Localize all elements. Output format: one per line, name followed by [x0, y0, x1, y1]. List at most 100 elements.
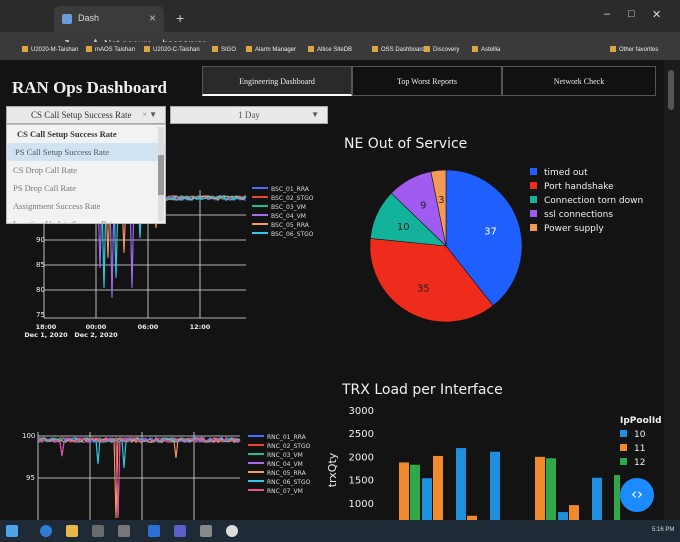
bar[interactable]	[614, 474, 620, 520]
x-tick-label: Dec 1, 2020	[24, 331, 68, 339]
legend-label: 12	[634, 458, 646, 468]
period-select[interactable]: 1 Day ▼	[170, 106, 328, 124]
app-icon[interactable]	[200, 525, 212, 537]
legend-item[interactable]: BSC_04_VM	[252, 213, 314, 222]
bar[interactable]	[490, 451, 500, 520]
legend-item[interactable]: 12	[620, 458, 662, 472]
legend-item[interactable]: BSC_06_STGO	[252, 231, 314, 240]
bookmark-item[interactable]: mAOS Taishan	[86, 46, 135, 53]
legend-item[interactable]: ssl connections	[530, 210, 643, 224]
legend-item[interactable]: Power supply	[530, 224, 643, 238]
legend-label: 10	[634, 430, 646, 440]
kpi-dropdown-menu: CS Call Setup Success Rate PS Call Setup…	[6, 124, 166, 224]
legend-item[interactable]: BSC_01_RRA	[252, 186, 314, 195]
legend-item[interactable]: Connection torn down	[530, 196, 643, 210]
edge-browser-icon[interactable]	[40, 525, 52, 537]
file-explorer-icon[interactable]	[66, 525, 78, 537]
close-tab-icon[interactable]: ×	[149, 11, 156, 25]
legend-item[interactable]: RNC_03_VM	[248, 452, 310, 461]
tab-network-check[interactable]: Network Check	[502, 66, 656, 96]
close-window-button[interactable]: ✕	[652, 8, 661, 21]
legend-label: timed out	[544, 168, 588, 178]
bar[interactable]	[410, 464, 420, 520]
windows-start-icon[interactable]	[6, 525, 18, 537]
dropdown-option[interactable]: Location Update Success Rate	[7, 215, 165, 223]
clock: 5:16 PM	[652, 527, 675, 533]
app-icon[interactable]	[92, 525, 104, 537]
bar[interactable]	[535, 456, 545, 520]
y-tick-label: 2500	[349, 429, 374, 440]
legend-item[interactable]: RNC_06_STGO	[248, 479, 310, 488]
legend-item[interactable]: BSC_02_STGO	[252, 195, 314, 204]
legend-swatch	[620, 430, 627, 437]
legend-item[interactable]: timed out	[530, 168, 643, 182]
outlook-icon[interactable]	[148, 525, 160, 537]
legend-label: RNC_03_VM	[267, 452, 303, 459]
legend-item[interactable]: RNC_07_VM	[248, 488, 310, 497]
legend-item[interactable]: RNC_05_RRA	[248, 470, 310, 479]
bar[interactable]	[422, 478, 432, 520]
legend-item[interactable]: RNC_01_RRA	[248, 434, 310, 443]
legend-swatch	[620, 458, 627, 465]
legend-item[interactable]: RNC_02_STGO	[248, 443, 310, 452]
legend-item[interactable]: BSC_03_VM	[252, 204, 314, 213]
dropdown-option[interactable]: CS Drop Call Rate	[7, 161, 165, 179]
bar[interactable]	[399, 462, 409, 520]
legend-item[interactable]: RNC_04_VM	[248, 461, 310, 470]
legend-item[interactable]: 10	[620, 430, 662, 444]
kpi-select[interactable]: CS Call Setup Success Rate × ▼	[6, 106, 166, 124]
chevron-down-icon[interactable]: ▼	[311, 110, 319, 119]
pie-data-label: 35	[417, 283, 430, 294]
page-scrollbar-thumb[interactable]	[668, 70, 674, 110]
other-favorites[interactable]: Other favorites	[610, 46, 658, 53]
windows-taskbar: 5:16 PM	[0, 520, 680, 542]
bookmark-item[interactable]: U2020-M-Taishan	[22, 46, 78, 53]
chrome-icon[interactable]	[226, 525, 238, 537]
legend-swatch	[530, 196, 537, 203]
legend-line	[252, 205, 268, 207]
minimize-button[interactable]: –	[604, 8, 610, 20]
dropdown-option[interactable]: PS Drop Call Rate	[7, 179, 165, 197]
dropdown-scrollbar-thumb[interactable]	[158, 155, 164, 195]
dropdown-option[interactable]: Assignment Success Rate	[7, 197, 165, 215]
app-icon[interactable]	[118, 525, 130, 537]
x-tick-label: Dec 2, 2020	[74, 331, 118, 339]
bookmark-item[interactable]: Alarm Manager	[246, 46, 296, 53]
chevron-down-icon[interactable]: ▼	[149, 110, 157, 119]
dropdown-option[interactable]: PS Call Setup Success Rate	[7, 143, 165, 161]
bsc-legend: BSC_01_RRA BSC_02_STGO BSC_03_VM BSC_04_VM B…	[252, 186, 314, 240]
legend-item[interactable]: 11	[620, 444, 662, 458]
browser-titlebar: Dash × + – □ ✕	[0, 0, 680, 32]
bar[interactable]	[546, 458, 556, 520]
legend-item[interactable]: Port handshake	[530, 182, 643, 196]
page-scrollbar[interactable]	[664, 60, 680, 520]
maximize-button[interactable]: □	[628, 8, 635, 20]
teams-icon[interactable]	[174, 525, 186, 537]
tab-top-worst-reports[interactable]: Top Worst Reports	[352, 66, 502, 96]
dropdown-option[interactable]: CS Call Setup Success Rate	[7, 125, 165, 143]
bookmark-item[interactable]: Altice SiteDB	[308, 46, 352, 53]
legend-label: BSC_01_RRA	[271, 186, 309, 193]
expand-toggle-button[interactable]: ‹›	[620, 478, 654, 512]
bar[interactable]	[456, 448, 466, 520]
tab-title: Dash	[78, 13, 100, 23]
bar[interactable]	[558, 512, 568, 520]
bookmark-item[interactable]: SIGO	[212, 46, 236, 53]
bookmark-item[interactable]: U2020-C-Taishan	[144, 46, 200, 53]
clear-icon[interactable]: ×	[142, 110, 147, 119]
y-tick-label: 75	[36, 311, 45, 319]
bookmark-item[interactable]: Discovery	[424, 46, 459, 53]
legend-title: IpPoolId	[620, 416, 662, 426]
new-tab-icon[interactable]: +	[176, 10, 184, 26]
tab-engineering-dashboard[interactable]: Engineering Dashboard	[202, 66, 352, 96]
bar[interactable]	[569, 505, 579, 520]
bookmark-item[interactable]: Astellia	[472, 46, 500, 53]
browser-tab[interactable]: Dash ×	[54, 6, 164, 32]
ne-out-of-service-pie: 37 35 10 9 3	[369, 169, 523, 323]
pie-data-label: 3	[438, 195, 444, 206]
bar[interactable]	[592, 477, 602, 520]
bookmark-item[interactable]: OSS Dashboard	[372, 46, 425, 53]
legend-swatch	[530, 224, 537, 231]
legend-item[interactable]: BSC_05_RRA	[252, 222, 314, 231]
bar[interactable]	[433, 455, 443, 520]
